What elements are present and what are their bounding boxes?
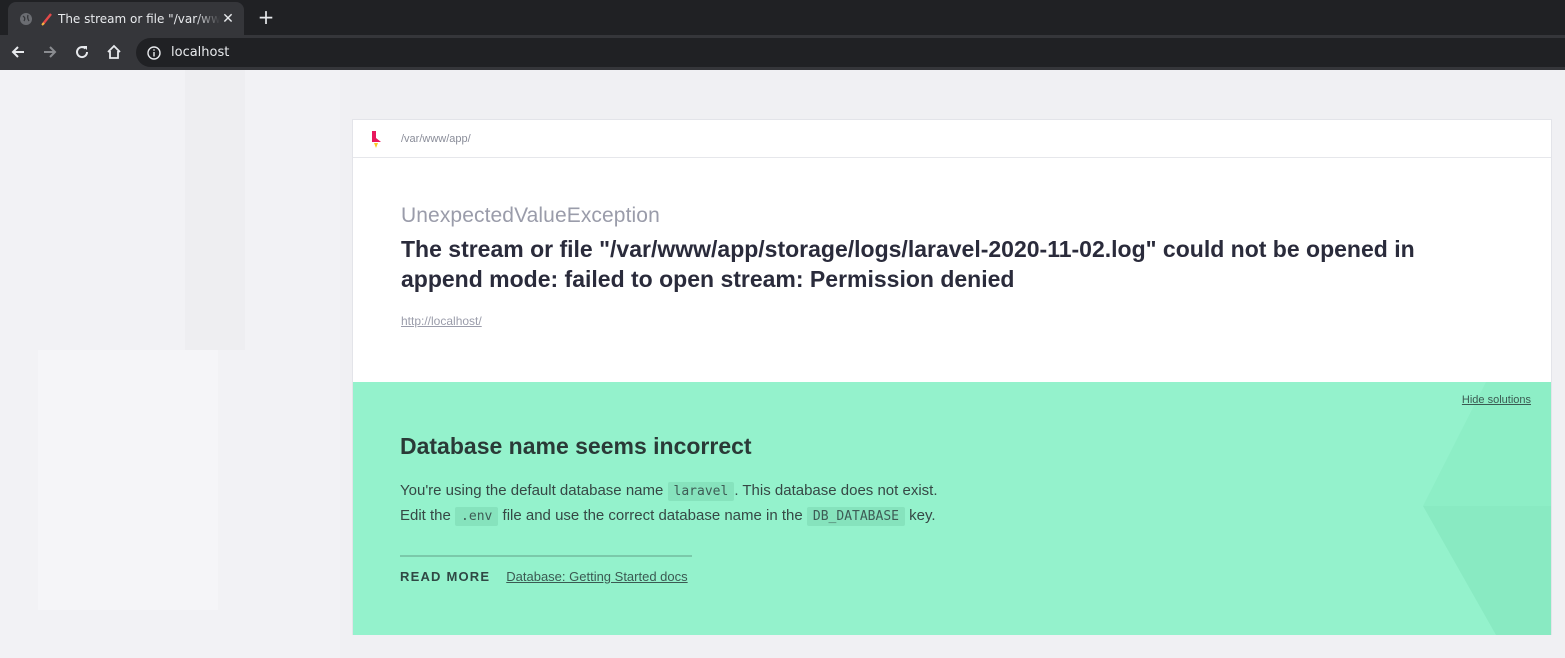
error-card: /var/www/app/ UnexpectedValueException T… xyxy=(352,119,1552,635)
browser-toolbar: localhost xyxy=(0,35,1565,70)
solution-panel: Hide solutions Database name seems incor… xyxy=(353,382,1551,635)
app-path: /var/www/app/ xyxy=(401,132,471,145)
browser-tabstrip: The stream or file "/var/www/app/storage… xyxy=(0,0,1565,35)
exception-section: UnexpectedValueException The stream or f… xyxy=(353,158,1551,382)
read-more: READ MORE Database: Getting Started docs xyxy=(400,569,688,584)
forward-arrow-icon[interactable] xyxy=(40,42,60,62)
docs-link[interactable]: Database: Getting Started docs xyxy=(506,569,687,584)
solution-description: You're using the default database name l… xyxy=(400,479,938,529)
card-header: /var/www/app/ xyxy=(353,120,1551,158)
solution-line-2: Edit the .env file and use the correct d… xyxy=(400,507,936,526)
ignition-logo-icon xyxy=(372,130,381,148)
solution-line-1: You're using the default database name l… xyxy=(400,482,938,501)
code-laravel: laravel xyxy=(667,482,735,501)
laravel-favicon-icon xyxy=(40,12,54,26)
info-icon[interactable] xyxy=(146,45,162,61)
page-viewport: /var/www/app/ UnexpectedValueException T… xyxy=(0,70,1565,658)
code-env: .env xyxy=(455,507,499,526)
browser-tab[interactable]: The stream or file "/var/www/app/storage… xyxy=(8,2,244,35)
exception-class: UnexpectedValueException xyxy=(401,204,660,227)
close-tab-icon[interactable]: ✕ xyxy=(220,11,236,27)
solution-decoration xyxy=(1423,382,1551,635)
exception-message: The stream or file "/var/www/app/storage… xyxy=(401,236,1415,292)
divider xyxy=(400,555,692,557)
home-icon[interactable] xyxy=(104,42,124,62)
address-bar[interactable]: localhost xyxy=(136,38,1565,67)
read-more-label: READ MORE xyxy=(400,569,491,584)
solution-title: Database name seems incorrect xyxy=(400,433,752,459)
tab-title: The stream or file "/var/www/app/storage… xyxy=(58,11,220,26)
background-panel xyxy=(38,350,218,610)
hide-solutions-link[interactable]: Hide solutions xyxy=(1462,394,1531,406)
request-url-link[interactable]: http://localhost/ xyxy=(401,314,482,328)
reload-icon[interactable] xyxy=(72,42,92,62)
back-arrow-icon[interactable] xyxy=(8,42,28,62)
background-panel xyxy=(185,70,245,350)
code-db-database: DB_DATABASE xyxy=(806,507,905,526)
new-tab-button[interactable]: + xyxy=(256,7,276,27)
address-url: localhost xyxy=(171,45,230,60)
globe-icon xyxy=(18,11,34,27)
